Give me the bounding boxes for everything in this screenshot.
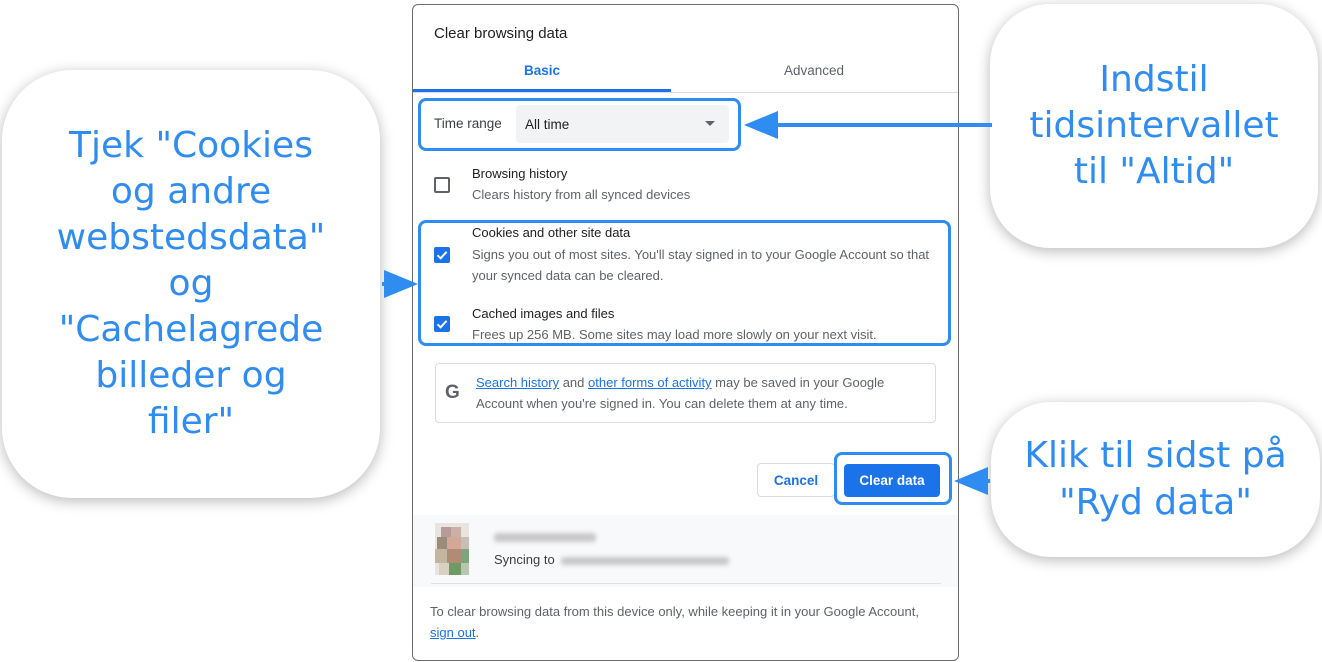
annotation-bubble-top-right: Indstil tidsintervallet til "Altid" — [990, 4, 1318, 248]
footer-text: To clear browsing data from this device … — [430, 604, 919, 640]
browsing-history-title: Browsing history — [472, 166, 568, 181]
avatar — [435, 523, 469, 575]
search-history-link[interactable]: Search history — [476, 375, 559, 390]
sign-out-link[interactable]: sign out — [430, 625, 476, 640]
browsing-history-checkbox[interactable] — [434, 177, 450, 193]
annotation-bubble-left: Tjek "Cookies og andre webstedsdata" og … — [2, 70, 380, 498]
annotation-bubble-bottom-right: Klik til sidst på "Ryd data" — [991, 402, 1320, 557]
account-name-redacted — [494, 533, 596, 542]
tab-basic[interactable]: Basic — [413, 63, 671, 78]
annotation-text-left: Tjek "Cookies og andre webstedsdata" og … — [56, 124, 326, 443]
dialog-title: Clear browsing data — [434, 25, 568, 42]
google-g-icon: G — [445, 382, 460, 403]
account-section — [413, 515, 958, 587]
tab-divider — [413, 92, 958, 93]
syncing-label: Syncing to — [494, 552, 555, 567]
footer-divider — [431, 583, 941, 584]
info-text: Search history and other forms of activi… — [476, 375, 885, 411]
annotation-text-bottom-right: Klik til sidst på "Ryd data" — [1024, 435, 1287, 523]
account-email-redacted — [561, 557, 729, 565]
annotation-text-top-right: Indstil tidsintervallet til "Altid" — [1029, 58, 1279, 193]
clear-data-highlight — [834, 452, 952, 505]
options-highlight — [418, 220, 951, 346]
time-range-highlight — [418, 98, 741, 151]
google-activity-info: G Search history and other forms of acti… — [435, 363, 936, 423]
tab-advanced[interactable]: Advanced — [685, 63, 943, 78]
other-activity-link[interactable]: other forms of activity — [588, 375, 712, 390]
arrow-to-clear-data — [954, 467, 990, 495]
cancel-button[interactable]: Cancel — [757, 463, 835, 497]
browsing-history-description: Clears history from all synced devices — [472, 187, 691, 202]
